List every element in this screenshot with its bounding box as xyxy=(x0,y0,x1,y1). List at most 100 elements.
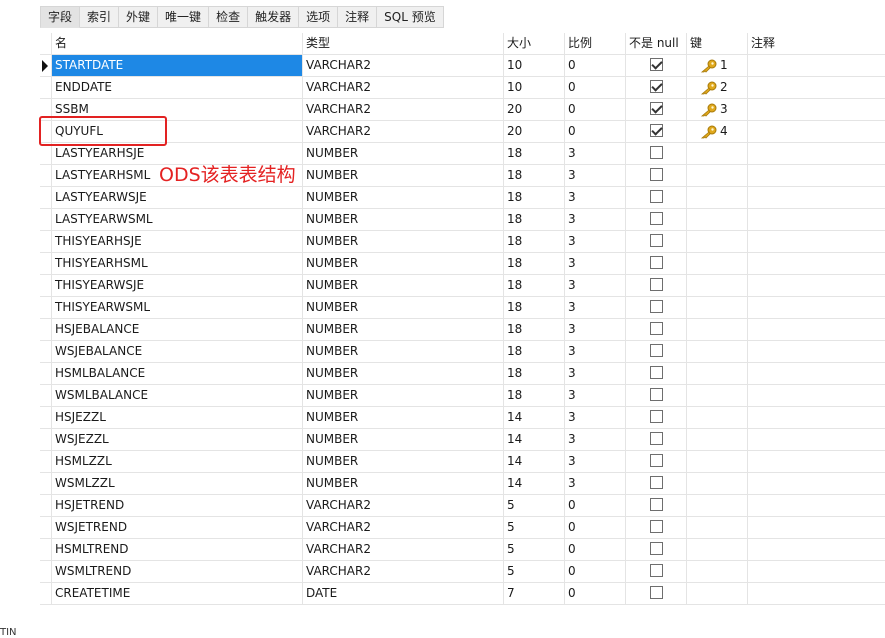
key-cell[interactable] xyxy=(687,451,748,473)
comment-cell[interactable] xyxy=(748,231,885,253)
comment-cell[interactable] xyxy=(748,253,885,275)
key-cell[interactable] xyxy=(687,495,748,517)
key-cell[interactable]: 4 xyxy=(687,121,748,143)
key-cell[interactable]: 1 xyxy=(687,55,748,77)
comment-cell[interactable] xyxy=(748,385,885,407)
not-null-checkbox[interactable] xyxy=(649,454,663,467)
field-name-cell[interactable]: HSJETREND xyxy=(52,495,303,517)
not-null-cell[interactable] xyxy=(626,297,687,319)
not-null-checkbox[interactable] xyxy=(649,542,663,555)
field-type-cell[interactable]: VARCHAR2 xyxy=(303,539,504,561)
key-cell[interactable] xyxy=(687,363,748,385)
table-row[interactable]: HSJETREND VARCHAR2 5 0 xyxy=(40,495,885,517)
field-type-cell[interactable]: VARCHAR2 xyxy=(303,99,504,121)
field-type-cell[interactable]: NUMBER xyxy=(303,253,504,275)
comment-cell[interactable] xyxy=(748,561,885,583)
row-indicator[interactable] xyxy=(40,385,52,407)
field-scale-cell[interactable]: 3 xyxy=(565,297,626,319)
field-type-cell[interactable]: DATE xyxy=(303,583,504,605)
field-scale-cell[interactable]: 0 xyxy=(565,77,626,99)
field-size-cell[interactable]: 5 xyxy=(504,561,565,583)
field-size-cell[interactable]: 18 xyxy=(504,231,565,253)
not-null-cell[interactable] xyxy=(626,385,687,407)
not-null-cell[interactable] xyxy=(626,275,687,297)
not-null-checkbox[interactable] xyxy=(649,124,663,137)
not-null-cell[interactable] xyxy=(626,99,687,121)
comment-cell[interactable] xyxy=(748,407,885,429)
not-null-checkbox[interactable] xyxy=(649,432,663,445)
table-row[interactable]: WSMLTREND VARCHAR2 5 0 xyxy=(40,561,885,583)
field-type-cell[interactable]: VARCHAR2 xyxy=(303,495,504,517)
row-indicator[interactable] xyxy=(40,583,52,605)
field-size-cell[interactable]: 18 xyxy=(504,253,565,275)
header-type[interactable]: 类型 xyxy=(303,33,504,55)
table-row[interactable]: WSMLZZL NUMBER 14 3 xyxy=(40,473,885,495)
comment-cell[interactable] xyxy=(748,55,885,77)
field-type-cell[interactable]: NUMBER xyxy=(303,143,504,165)
comment-cell[interactable] xyxy=(748,165,885,187)
not-null-cell[interactable] xyxy=(626,341,687,363)
field-scale-cell[interactable]: 3 xyxy=(565,187,626,209)
table-row[interactable]: HSJEBALANCE NUMBER 18 3 xyxy=(40,319,885,341)
not-null-cell[interactable] xyxy=(626,473,687,495)
not-null-cell[interactable] xyxy=(626,451,687,473)
field-scale-cell[interactable]: 3 xyxy=(565,473,626,495)
field-name-cell[interactable]: HSMLBALANCE xyxy=(52,363,303,385)
not-null-checkbox[interactable] xyxy=(649,146,663,159)
row-indicator[interactable] xyxy=(40,165,52,187)
tab-7[interactable]: 注释 xyxy=(338,6,378,28)
key-cell[interactable] xyxy=(687,165,748,187)
field-name-cell[interactable]: THISYEARWSJE xyxy=(52,275,303,297)
tab-1[interactable]: 索引 xyxy=(80,6,120,28)
not-null-checkbox[interactable] xyxy=(649,344,663,357)
comment-cell[interactable] xyxy=(748,495,885,517)
field-scale-cell[interactable]: 0 xyxy=(565,583,626,605)
field-name-cell[interactable]: HSMLZZL xyxy=(52,451,303,473)
not-null-cell[interactable] xyxy=(626,121,687,143)
not-null-cell[interactable] xyxy=(626,77,687,99)
field-name-cell[interactable]: WSMLTREND xyxy=(52,561,303,583)
tab-4[interactable]: 检查 xyxy=(209,6,249,28)
not-null-cell[interactable] xyxy=(626,407,687,429)
table-row[interactable]: QUYUFL VARCHAR2 20 0 4 xyxy=(40,121,885,143)
field-name-cell[interactable]: CREATETIME xyxy=(52,583,303,605)
not-null-cell[interactable] xyxy=(626,253,687,275)
field-scale-cell[interactable]: 3 xyxy=(565,341,626,363)
comment-cell[interactable] xyxy=(748,583,885,605)
field-type-cell[interactable]: NUMBER xyxy=(303,473,504,495)
not-null-cell[interactable] xyxy=(626,517,687,539)
field-scale-cell[interactable]: 0 xyxy=(565,517,626,539)
table-row[interactable]: STARTDATE VARCHAR2 10 0 1 xyxy=(40,55,885,77)
field-name-cell[interactable]: WSMLZZL xyxy=(52,473,303,495)
field-scale-cell[interactable]: 3 xyxy=(565,451,626,473)
row-indicator[interactable] xyxy=(40,275,52,297)
field-scale-cell[interactable]: 0 xyxy=(565,495,626,517)
not-null-checkbox[interactable] xyxy=(649,168,663,181)
not-null-cell[interactable] xyxy=(626,319,687,341)
key-cell[interactable] xyxy=(687,539,748,561)
not-null-cell[interactable] xyxy=(626,539,687,561)
field-type-cell[interactable]: NUMBER xyxy=(303,363,504,385)
row-indicator[interactable] xyxy=(40,319,52,341)
row-indicator[interactable] xyxy=(40,231,52,253)
comment-cell[interactable] xyxy=(748,209,885,231)
field-type-cell[interactable]: VARCHAR2 xyxy=(303,121,504,143)
field-type-cell[interactable]: NUMBER xyxy=(303,341,504,363)
field-size-cell[interactable]: 18 xyxy=(504,209,565,231)
table-row[interactable]: WSJETREND VARCHAR2 5 0 xyxy=(40,517,885,539)
field-type-cell[interactable]: NUMBER xyxy=(303,187,504,209)
comment-cell[interactable] xyxy=(748,517,885,539)
field-name-cell[interactable]: HSJEBALANCE xyxy=(52,319,303,341)
tab-5[interactable]: 触发器 xyxy=(248,6,300,28)
not-null-checkbox[interactable] xyxy=(649,322,663,335)
not-null-cell[interactable] xyxy=(626,583,687,605)
key-cell[interactable] xyxy=(687,297,748,319)
field-size-cell[interactable]: 14 xyxy=(504,451,565,473)
row-indicator[interactable] xyxy=(40,77,52,99)
comment-cell[interactable] xyxy=(748,275,885,297)
not-null-cell[interactable] xyxy=(626,429,687,451)
field-name-cell[interactable]: ENDDATE xyxy=(52,77,303,99)
table-row[interactable]: HSMLTREND VARCHAR2 5 0 xyxy=(40,539,885,561)
not-null-cell[interactable] xyxy=(626,561,687,583)
field-name-cell[interactable]: SSBM xyxy=(52,99,303,121)
